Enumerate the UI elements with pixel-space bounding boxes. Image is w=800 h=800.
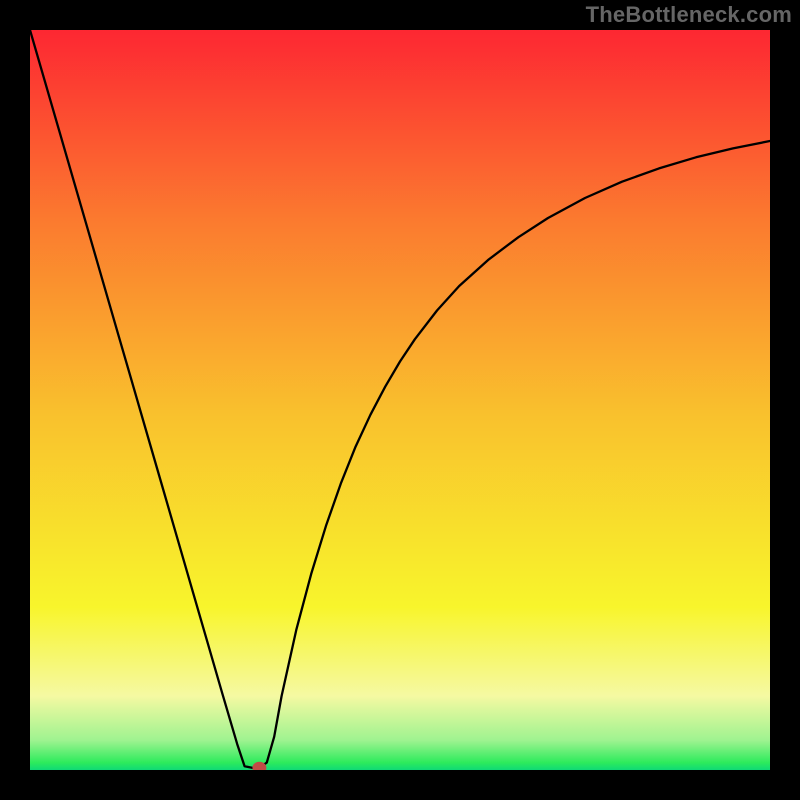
bottleneck-chart [30,30,770,770]
watermark-text: TheBottleneck.com [586,2,792,28]
chart-frame: TheBottleneck.com [0,0,800,800]
plot-background [30,30,770,770]
